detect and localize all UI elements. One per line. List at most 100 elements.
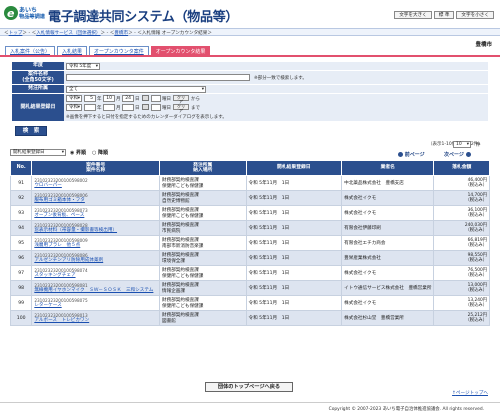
- row-amount: 13,000円 （税込み）: [433, 280, 490, 296]
- logo-e-icon: e: [4, 6, 18, 20]
- tab-bid-results[interactable]: 入札結果: [57, 46, 88, 55]
- search-button[interactable]: 検 索: [15, 126, 47, 136]
- tab-open-counter-cases[interactable]: オープンカウンタ案件: [89, 46, 149, 55]
- to-year-input[interactable]: [84, 104, 96, 111]
- row-dept: 財務部契約検査課 南部市新消防音楽課: [159, 235, 247, 251]
- from-clear-button[interactable]: クリア: [173, 95, 189, 104]
- font-standard-button[interactable]: 標 準: [433, 11, 455, 19]
- row-amount: 240,030円 （税込み）: [433, 220, 490, 236]
- case-name-link[interactable]: 服布用ゴミ箱本体・フタ: [34, 198, 157, 204]
- sort-desc-label: 降順: [97, 150, 108, 156]
- row-no: 100: [9, 310, 33, 326]
- row-date: 令和 5年11月 1日: [245, 205, 343, 221]
- row-amount: 66,819円 （税込み）: [433, 235, 490, 251]
- row-case: 23102323200100598009 浅層用プラレ 他５点: [31, 235, 160, 251]
- header: e あいち 物品等調達 電子調達共同システム（物品等） 文字を大きく 標 準 文…: [0, 0, 500, 26]
- case-name-link[interactable]: アルボース トレピカワン: [34, 318, 157, 324]
- row-amount: 25,212円 （税込み）: [433, 310, 490, 326]
- row-vendor: 株式会社イクモ: [341, 205, 435, 221]
- row-no: 94: [9, 220, 33, 236]
- amount-tax: （税込み）: [465, 243, 487, 248]
- table-row: 99 23102323200100598075 レターケース 財務部契約検査課 保健所こ…: [9, 295, 490, 311]
- next-arrow-icon: [465, 152, 471, 157]
- row-amount: 46,400円 （税込み）: [433, 175, 490, 191]
- row-dept: 財務部契約検査課 保健所こども保健課: [159, 265, 247, 281]
- date-note: ※画像を押下すると日付を指定するためのカレンダーダイアログを表示します。: [66, 115, 227, 120]
- case-name-link[interactable]: スタッキングチェア: [34, 273, 157, 279]
- row-case: 23102323200100598028 窓表示材料（帯容量・撮影書等検出用）: [31, 220, 160, 236]
- logo[interactable]: e あいち 物品等調達: [3, 3, 45, 23]
- delivery-place: 図書館: [162, 319, 176, 324]
- row-dept: 財務部契約検査課 保健所こども保健課: [159, 175, 247, 191]
- search-form: 年度 令和 5年度 案件名称 (全角50文字) ※部分一致で検索します。 発注所…: [12, 62, 488, 122]
- from-weekday-label: 曜日: [162, 97, 171, 102]
- breadcrumb-top[interactable]: トップ: [9, 31, 23, 36]
- to-day-input[interactable]: [122, 104, 134, 111]
- logo-bottom-text: 物品等調達: [19, 14, 45, 20]
- from-day-unit: 日: [135, 97, 140, 102]
- sort-select[interactable]: 開札結果登録日: [10, 149, 66, 156]
- case-name-link[interactable]: 浅層用プラレ 他５点: [34, 243, 157, 249]
- from-year-input[interactable]: 5: [84, 95, 96, 102]
- results-header-row: No. 案件番号 案件名称 発注所属 納入場所 開札結果登録日 業者名 落札金額: [9, 160, 490, 176]
- case-name-link[interactable]: アルゼンチンアリ防除用成体薬剤: [34, 258, 157, 264]
- row-dept: 財務部契約検査課 情報企画課: [159, 280, 247, 296]
- tab-open-counter-results[interactable]: オープンカウンタ結果: [150, 46, 211, 55]
- from-era-select[interactable]: 令和: [66, 95, 82, 102]
- row-dept: 財務部契約検査課 保健所こども保健課: [159, 205, 247, 221]
- from-month-input[interactable]: 10: [103, 95, 115, 102]
- case-name-link[interactable]: ウロバーパー: [34, 183, 157, 189]
- year-select[interactable]: 令和 5年度: [66, 63, 100, 70]
- from-calendar-icon[interactable]: [142, 95, 149, 101]
- amount-tax: （税込み）: [465, 303, 487, 308]
- org-name: 豊橋市: [475, 42, 492, 48]
- row-no: 93: [9, 205, 33, 221]
- case-name-input[interactable]: [66, 74, 250, 81]
- breadcrumb-org-select[interactable]: 入札情報サービス（団体選択）: [36, 31, 100, 36]
- case-name-link[interactable]: オープン後背板、ペース: [34, 213, 157, 219]
- page-top-link[interactable]: ↑ページトップへ: [452, 390, 488, 396]
- row-amount: 76,500円 （税込み）: [433, 265, 490, 281]
- year-row: 年度 令和 5年度: [12, 62, 488, 71]
- sort-desc-radio[interactable]: ○ 降順: [92, 149, 108, 156]
- delivery-place: 情報企画課: [162, 289, 185, 294]
- to-clear-button[interactable]: クリア: [173, 104, 189, 113]
- dept-select[interactable]: 全て: [66, 86, 206, 93]
- breadcrumb-org[interactable]: 豊橋市: [114, 31, 128, 36]
- tab-bar: 入札案件（公告） 入札結果 オープンカウンタ案件 オープンカウンタ結果: [5, 46, 211, 55]
- to-month-input[interactable]: [103, 104, 115, 111]
- case-name-hint: ※部分一致で検索します。: [254, 76, 307, 81]
- font-large-button[interactable]: 文字を大きく: [394, 11, 432, 19]
- case-name-link[interactable]: 無線機用イヤホンマイク ＳＷ－ＳＯＳＫ 三和システム: [34, 288, 157, 294]
- font-small-button[interactable]: 文字を小さく: [456, 11, 494, 19]
- sort-asc-radio[interactable]: ◉ 昇順: [70, 149, 86, 156]
- app-title: 電子調達共同システム（物品等）: [48, 10, 239, 25]
- from-day-input[interactable]: 24: [122, 95, 134, 102]
- row-no: 96: [9, 250, 33, 266]
- back-to-org-top-button[interactable]: 団体のトップページへ戻る: [205, 382, 293, 392]
- prev-page-link[interactable]: 前ページ: [398, 151, 425, 158]
- tab-bid-notices[interactable]: 入札案件（公告）: [5, 46, 56, 55]
- case-name-link[interactable]: 窓表示材料（帯容量・撮影書等検出用）: [34, 228, 157, 234]
- row-vendor: イトウ通信サービス株式会社 豊橋営業所: [341, 280, 435, 296]
- to-era-select[interactable]: 令和: [66, 104, 82, 111]
- breadcrumb: ＜トップ＞ - ＜入札情報サービス（団体選択）＞ - ＜豊橋市＞ - ＜入札情報…: [4, 31, 212, 36]
- per-page-select[interactable]: 10: [453, 141, 471, 148]
- row-date: 令和 5年11月 1日: [245, 310, 343, 326]
- amount-tax: （税込み）: [465, 183, 487, 188]
- row-vendor: 有限会社伊藤印刷: [341, 220, 435, 236]
- row-vendor: 株式会社イクモ: [341, 190, 435, 206]
- amount-tax: （税込み）: [465, 273, 487, 278]
- row-amount: 13,240円 （税込み）: [433, 295, 490, 311]
- row-case: 23102323200100598086 アルゼンチンアリ防除用成体薬剤: [31, 250, 160, 266]
- next-page-link[interactable]: 次ページ: [444, 151, 471, 158]
- footer: Copyright © 2007-2023 あいち電子自治体推進協議会. All…: [0, 402, 500, 415]
- row-vendor: 豊栄産業株式会社: [341, 250, 435, 266]
- per-page-unit: 件: [476, 143, 481, 148]
- col-case: 案件番号 案件名称: [31, 160, 160, 176]
- year-label: 年度: [12, 62, 64, 70]
- to-calendar-icon[interactable]: [142, 104, 149, 110]
- table-row: 92 23102323200100598006 服布用ゴミ箱本体・フタ 財務部契約検査…: [9, 190, 490, 206]
- case-name-label: 案件名称 (全角50文字): [12, 71, 64, 84]
- case-name-link[interactable]: レターケース: [34, 303, 157, 309]
